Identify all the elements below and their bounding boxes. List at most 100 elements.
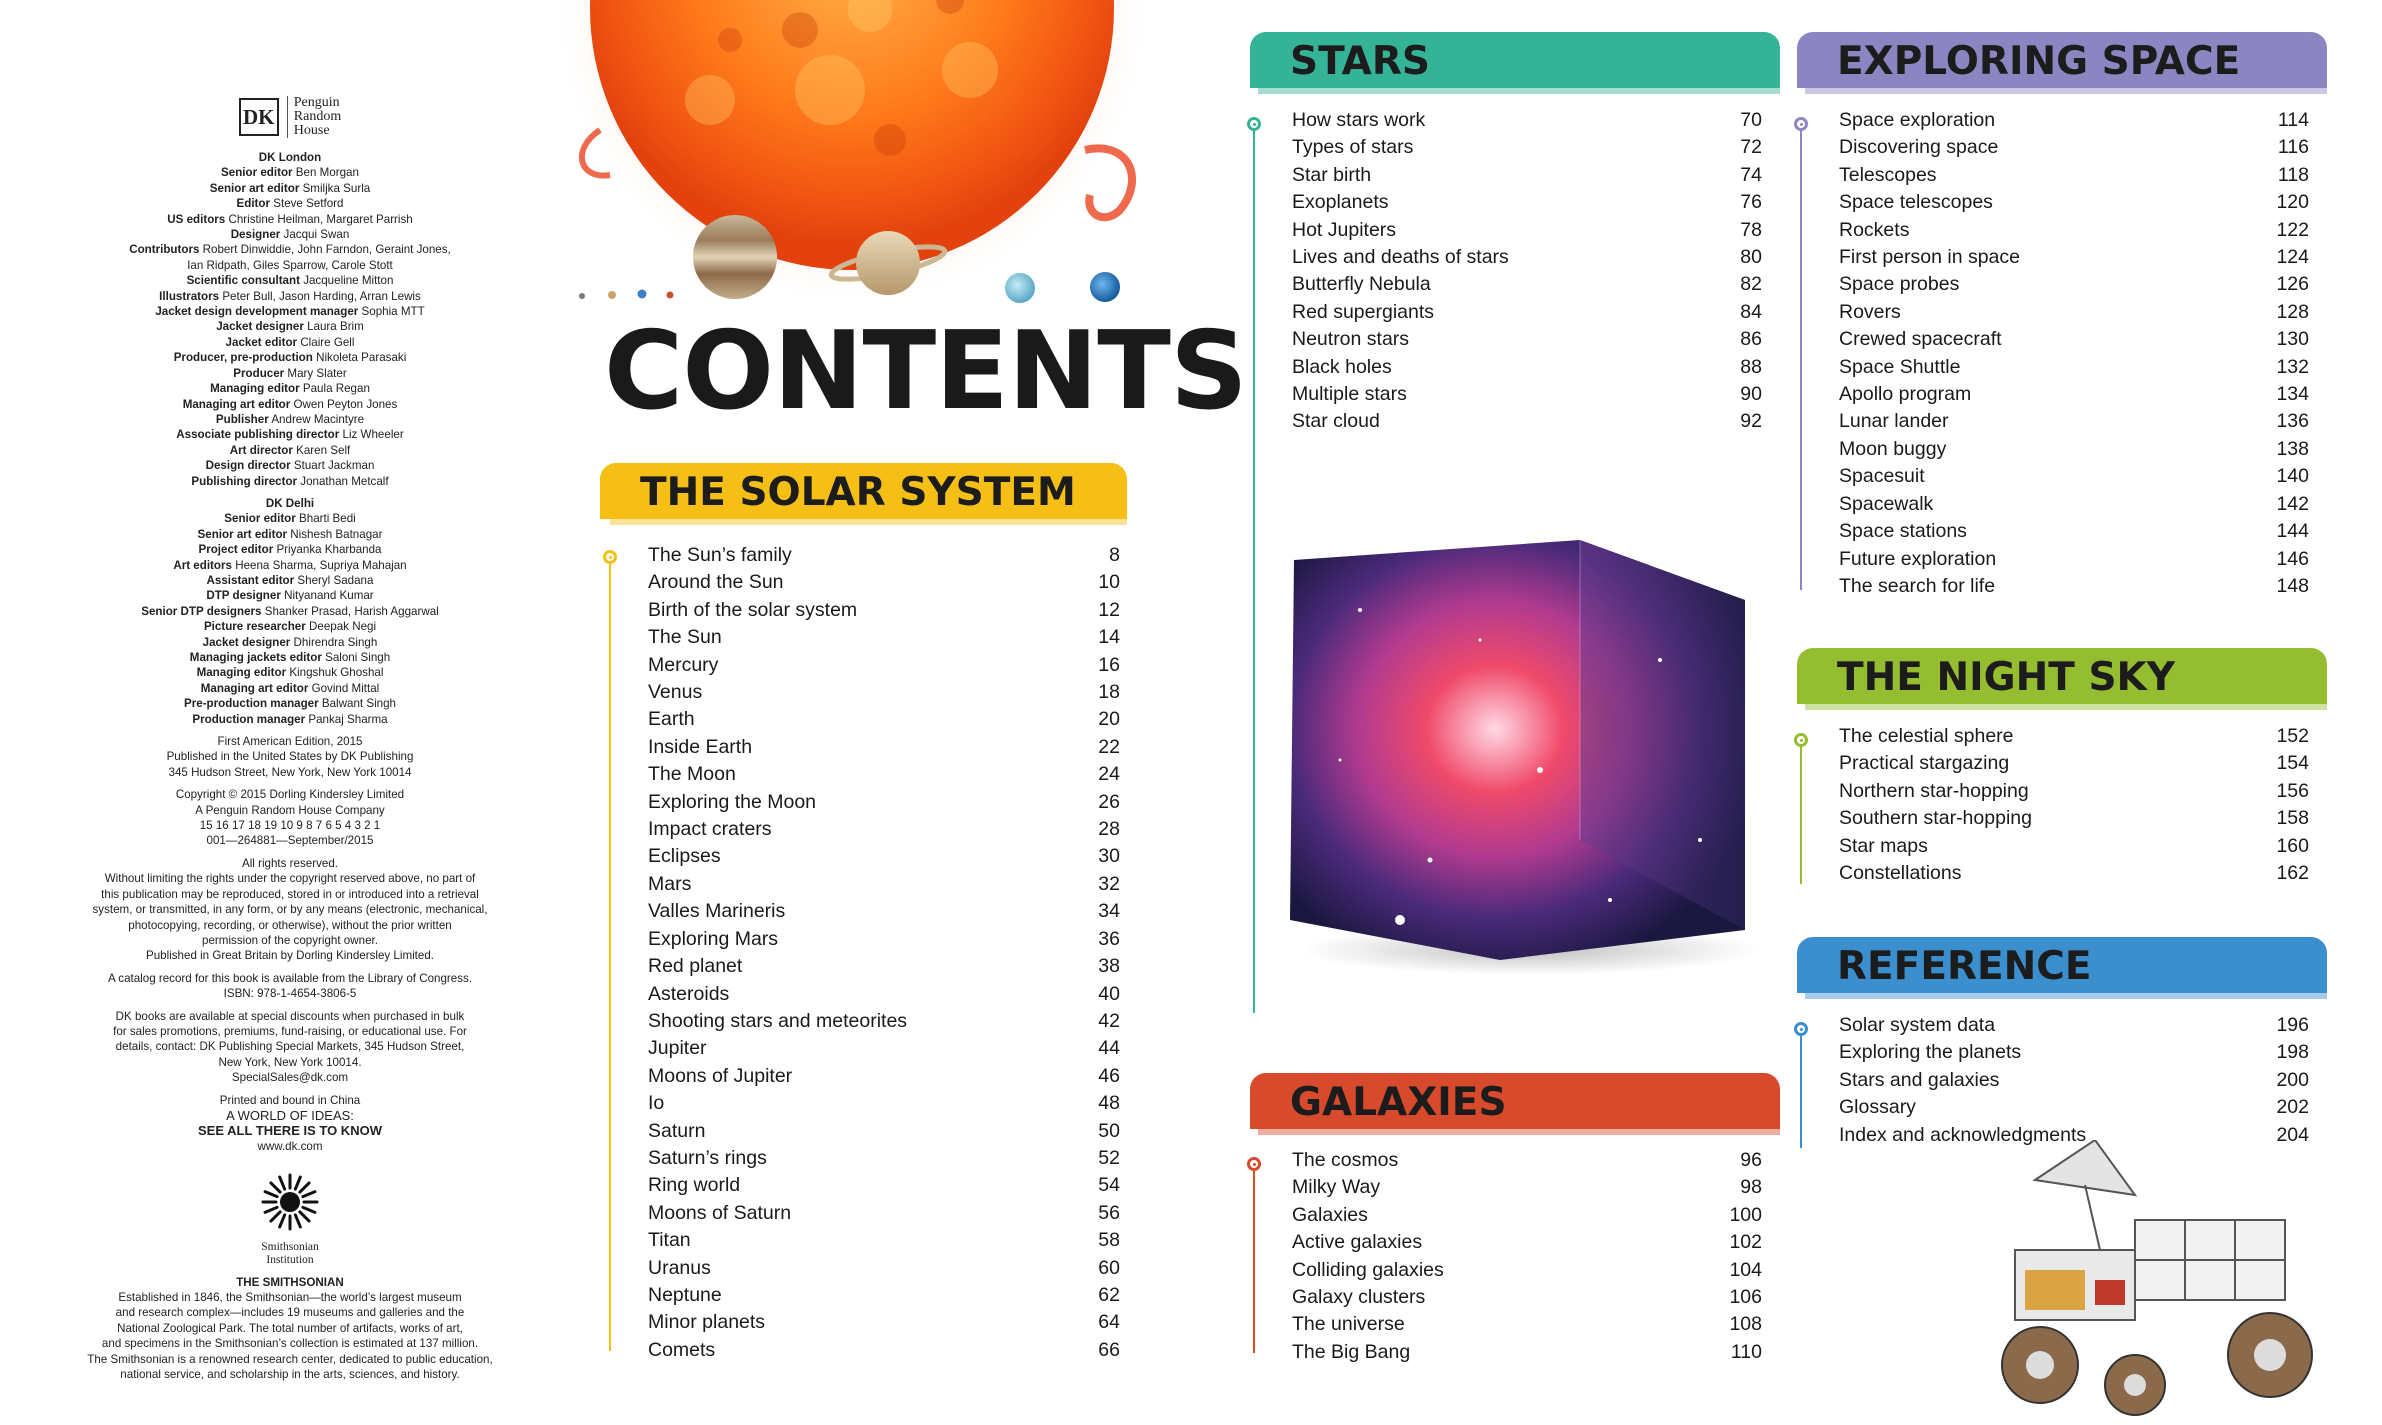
toc-entry[interactable]: Exploring the Moon 26: [648, 789, 1120, 816]
toc-entry-title: Active galaxies: [1292, 1231, 1423, 1254]
toc-entry-page: 102: [1729, 1231, 1762, 1254]
toc-entry[interactable]: Space Shuttle 132: [1839, 354, 2309, 381]
toc-entry[interactable]: The Big Bang 110: [1292, 1339, 1762, 1366]
toc-entry[interactable]: Impact craters 28: [648, 816, 1120, 843]
toc-entry[interactable]: Black holes 88: [1292, 354, 1762, 381]
toc-entry[interactable]: Active galaxies 102: [1292, 1229, 1762, 1256]
toc-entry[interactable]: The cosmos 96: [1292, 1147, 1762, 1174]
toc-entry-title: Space stations: [1839, 520, 1967, 543]
credit-line: Publisher Andrew Macintyre: [50, 412, 530, 427]
toc-entry[interactable]: Spacewalk 142: [1839, 491, 2309, 518]
toc-entry[interactable]: Neutron stars 86: [1292, 326, 1762, 353]
website-link[interactable]: www.dk.com: [50, 1139, 530, 1154]
toc-entry[interactable]: Practical stargazing 154: [1839, 750, 2309, 777]
toc-entry-title: The search for life: [1839, 574, 1996, 597]
toc-entry[interactable]: Glossary 202: [1839, 1094, 2309, 1121]
toc-entry[interactable]: Lunar lander 136: [1839, 408, 2309, 435]
toc-entry[interactable]: Northern star-hopping 156: [1839, 778, 2309, 805]
credit-role: Art director: [229, 443, 293, 457]
toc-entry[interactable]: Around the Sun 10: [648, 569, 1120, 596]
toc-entry-title: Spacesuit: [1839, 465, 1925, 488]
toc-entry[interactable]: Minor planets 64: [648, 1309, 1120, 1336]
toc-entry[interactable]: Birth of the solar system 12: [648, 597, 1120, 624]
toc-entry[interactable]: Space telescopes 120: [1839, 189, 2309, 216]
toc-entry[interactable]: Rockets 122: [1839, 217, 2309, 244]
toc-entry[interactable]: The universe 108: [1292, 1311, 1762, 1338]
toc-entry[interactable]: The celestial sphere 152: [1839, 723, 2309, 750]
toc-entry[interactable]: Io 48: [648, 1090, 1120, 1117]
toc-entry-title: Southern star-hopping: [1839, 807, 2032, 830]
toc-entry-title: Telescopes: [1839, 163, 1937, 186]
toc-entry[interactable]: Telescopes 118: [1839, 162, 2309, 189]
toc-entry[interactable]: Exoplanets 76: [1292, 189, 1762, 216]
toc-entry[interactable]: Shooting stars and meteorites 42: [648, 1008, 1120, 1035]
toc-entry[interactable]: Ring world 54: [648, 1172, 1120, 1199]
toc-entry[interactable]: Moons of Saturn 56: [648, 1200, 1120, 1227]
toc-entry[interactable]: Future exploration 146: [1839, 546, 2309, 573]
toc-entry[interactable]: Valles Marineris 34: [648, 898, 1120, 925]
toc-entry[interactable]: Constellations 162: [1839, 860, 2309, 887]
toc-entry[interactable]: Crewed spacecraft 130: [1839, 326, 2309, 353]
toc-entry[interactable]: Rovers 128: [1839, 299, 2309, 326]
toc-entry[interactable]: Eclipses 30: [648, 843, 1120, 870]
toc-entry[interactable]: Star cloud 92: [1292, 408, 1762, 435]
toc-entry[interactable]: Multiple stars 90: [1292, 381, 1762, 408]
toc-entry[interactable]: Space stations 144: [1839, 518, 2309, 545]
toc-entry[interactable]: Exploring the planets 198: [1839, 1039, 2309, 1066]
toc-entry[interactable]: Exploring Mars 36: [648, 926, 1120, 953]
toc-entry[interactable]: Comets 66: [648, 1337, 1120, 1364]
toc-entry[interactable]: Star maps 160: [1839, 833, 2309, 860]
toc-entry[interactable]: Inside Earth 22: [648, 734, 1120, 761]
toc-entry[interactable]: Southern star-hopping 158: [1839, 805, 2309, 832]
toc-entry[interactable]: The search for life 148: [1839, 573, 2309, 600]
toc-entry[interactable]: Space probes 126: [1839, 271, 2309, 298]
toc-entry[interactable]: Asteroids 40: [648, 981, 1120, 1008]
toc-entry[interactable]: Earth 20: [648, 706, 1120, 733]
credit-name: Jacqui Swan: [283, 228, 350, 242]
toc-entry[interactable]: Types of stars 72: [1292, 134, 1762, 161]
toc-entry[interactable]: Space exploration 114: [1839, 107, 2309, 134]
toc-entry[interactable]: Jupiter 44: [648, 1035, 1120, 1062]
toc-entry[interactable]: Hot Jupiters 78: [1292, 217, 1762, 244]
toc-entry[interactable]: The Sun 14: [648, 624, 1120, 651]
toc-entry[interactable]: Lives and deaths of stars 80: [1292, 244, 1762, 271]
toc-entry[interactable]: Titan 58: [648, 1227, 1120, 1254]
toc-entry[interactable]: Red planet 38: [648, 953, 1120, 980]
toc-entry[interactable]: Colliding galaxies 104: [1292, 1257, 1762, 1284]
toc-entry[interactable]: Saturn’s rings 52: [648, 1145, 1120, 1172]
credit-name: Kingshuk Ghoshal: [289, 666, 384, 680]
toc-entry[interactable]: Neptune 62: [648, 1282, 1120, 1309]
toc-entry-title: Stars and galaxies: [1839, 1068, 2000, 1091]
toc-entry[interactable]: Galaxies 100: [1292, 1202, 1762, 1229]
toc-entry[interactable]: Venus 18: [648, 679, 1120, 706]
toc-entry[interactable]: The Sun’s family 8: [648, 542, 1120, 569]
toc-entry[interactable]: Red supergiants 84: [1292, 299, 1762, 326]
toc-entry[interactable]: Spacesuit 140: [1839, 463, 2309, 490]
toc-entry[interactable]: First person in space 124: [1839, 244, 2309, 271]
toc-entry[interactable]: Apollo program 134: [1839, 381, 2309, 408]
toc-entry[interactable]: Index and acknowledgments 204: [1839, 1122, 2309, 1149]
toc-entry[interactable]: Mercury 16: [648, 652, 1120, 679]
toc-entry-page: 32: [1098, 872, 1120, 895]
toc-entry[interactable]: Milky Way 98: [1292, 1174, 1762, 1201]
toc-entry[interactable]: Stars and galaxies 200: [1839, 1067, 2309, 1094]
toc-entry[interactable]: Butterfly Nebula 82: [1292, 271, 1762, 298]
entry-list: The Sun’s family 8 Around the Sun 10 Birth o…: [648, 542, 1120, 1364]
credit-name: Smiljka Surla: [302, 181, 371, 195]
toc-entry[interactable]: Saturn 50: [648, 1118, 1120, 1145]
toc-entry[interactable]: Star birth 74: [1292, 162, 1762, 189]
toc-entry-title: Saturn: [648, 1119, 706, 1142]
section-timeline: [1253, 128, 1255, 1013]
text-line: 001—264881—September/2015: [206, 834, 374, 848]
toc-entry[interactable]: Moon buggy 138: [1839, 436, 2309, 463]
toc-entry[interactable]: Mars 32: [648, 871, 1120, 898]
credit-name: Jonathan Metcalf: [300, 474, 389, 488]
toc-entry[interactable]: Uranus 60: [648, 1255, 1120, 1282]
toc-entry[interactable]: The Moon 24: [648, 761, 1120, 788]
toc-entry[interactable]: Solar system data 196: [1839, 1012, 2309, 1039]
toc-entry[interactable]: Moons of Jupiter 46: [648, 1063, 1120, 1090]
toc-entry-title: Star maps: [1839, 834, 1928, 857]
toc-entry[interactable]: How stars work 70: [1292, 107, 1762, 134]
toc-entry[interactable]: Galaxy clusters 106: [1292, 1284, 1762, 1311]
toc-entry[interactable]: Discovering space 116: [1839, 134, 2309, 161]
